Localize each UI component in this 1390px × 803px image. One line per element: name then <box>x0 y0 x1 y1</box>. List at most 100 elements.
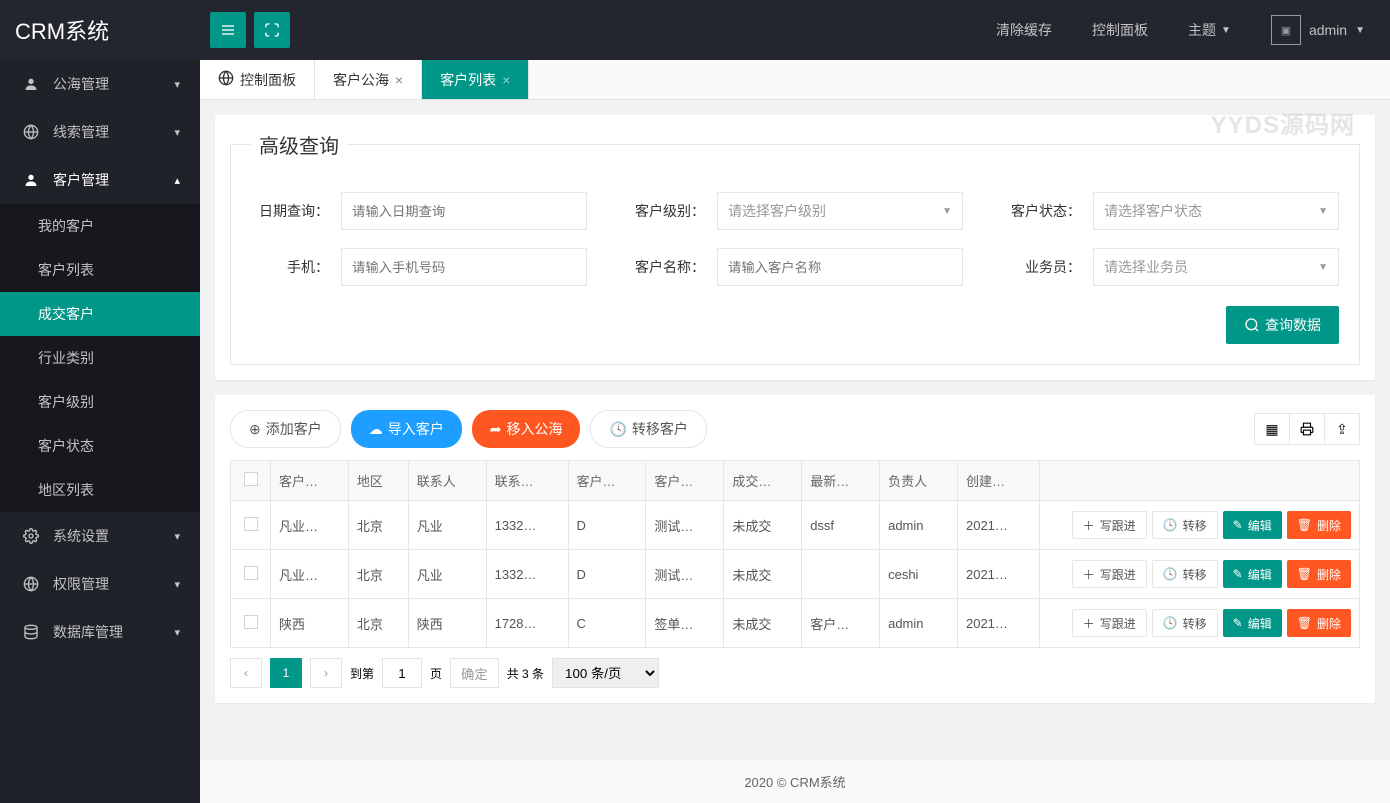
transfer-button[interactable]: 🕓转移 <box>1152 609 1218 637</box>
column-header-1: 地区 <box>348 461 408 501</box>
date-input[interactable] <box>341 192 587 230</box>
sidebar-subitem-2-2[interactable]: 成交客户 <box>0 292 200 336</box>
sidebar-item-1[interactable]: 线索管理▾ <box>0 108 200 156</box>
dashboard-link[interactable]: 控制面板 <box>1092 20 1148 40</box>
pencil-icon: ✎ <box>1233 567 1243 581</box>
pencil-icon: ✎ <box>1233 518 1243 532</box>
next-page-button[interactable]: › <box>310 658 342 688</box>
columns-button[interactable]: ▦ <box>1254 413 1290 445</box>
tab-label: 客户公海 <box>333 70 389 90</box>
tab-label: 控制面板 <box>240 70 296 90</box>
app-logo: CRM系统 <box>0 14 200 46</box>
menu-toggle-button[interactable] <box>210 12 246 48</box>
transfer-button[interactable]: 🕓转移 <box>1152 560 1218 588</box>
user-menu[interactable]: ▣ admin ▼ <box>1271 15 1365 45</box>
sidebar-item-3[interactable]: 系统设置▾ <box>0 512 200 560</box>
row-checkbox[interactable] <box>244 615 258 629</box>
chevron-down-icon: ▾ <box>174 626 180 639</box>
table-row: 凡业…北京凡业1332…D测试…未成交ceshi2021…＋写跟进🕓转移✎编辑🗑… <box>231 550 1360 599</box>
fullscreen-button[interactable] <box>254 12 290 48</box>
column-header-3: 联系… <box>486 461 568 501</box>
close-icon[interactable]: × <box>395 72 403 88</box>
user-icon <box>23 172 41 188</box>
sidebar-item-2[interactable]: 客户管理▴ <box>0 156 200 204</box>
plus-icon: ⊕ <box>249 421 261 438</box>
page-1-button[interactable]: 1 <box>270 658 302 688</box>
caret-down-icon: ▼ <box>942 206 952 217</box>
goto-confirm-button[interactable]: 确定 <box>450 658 499 688</box>
tab-0[interactable]: 控制面板 <box>200 60 315 99</box>
delete-button[interactable]: 🗑删除 <box>1287 560 1351 588</box>
select-all-checkbox[interactable] <box>244 472 258 486</box>
cell: dssf <box>802 501 880 550</box>
export-button[interactable]: ⇪ <box>1324 413 1360 445</box>
trash-icon: 🗑 <box>1297 518 1312 532</box>
cell: 凡业… <box>271 550 349 599</box>
edit-button[interactable]: ✎编辑 <box>1223 609 1282 637</box>
goto-input[interactable] <box>382 658 422 688</box>
status-label: 客户状态： <box>1003 201 1093 221</box>
level-label: 客户级别： <box>627 201 717 221</box>
footer: 2020 © CRM系统 <box>200 759 1390 803</box>
delete-button[interactable]: 🗑删除 <box>1287 511 1351 539</box>
clear-cache-link[interactable]: 清除缓存 <box>996 20 1052 40</box>
name-input[interactable] <box>717 248 963 286</box>
cell: 客户… <box>802 599 880 648</box>
table-row: 凡业…北京凡业1332…D测试…未成交dssfadmin2021…＋写跟进🕓转移… <box>231 501 1360 550</box>
sidebar-item-0[interactable]: 公海管理▾ <box>0 60 200 108</box>
sidebar-subitem-2-6[interactable]: 地区列表 <box>0 468 200 512</box>
follow-button[interactable]: ＋写跟进 <box>1072 560 1147 588</box>
tab-bar: 控制面板客户公海×客户列表× <box>200 60 1390 100</box>
cell: 1728… <box>486 599 568 648</box>
prev-page-button[interactable]: ‹ <box>230 658 262 688</box>
share-icon: ➦ <box>490 421 502 438</box>
salesman-select[interactable]: 请选择业务员▼ <box>1093 248 1339 286</box>
cell: 未成交 <box>724 550 802 599</box>
sidebar-subitem-2-4[interactable]: 客户级别 <box>0 380 200 424</box>
cell: D <box>568 501 646 550</box>
transfer-button[interactable]: 🕓转移 <box>1152 511 1218 539</box>
import-customer-button[interactable]: ☁导入客户 <box>351 410 462 448</box>
add-customer-button[interactable]: ⊕添加客户 <box>230 410 341 448</box>
tab-1[interactable]: 客户公海 × <box>315 60 422 99</box>
theme-dropdown[interactable]: 主题▼ <box>1188 20 1231 40</box>
pagination: ‹ 1 › 到第 页 确定 共 3 条 100 条/页 <box>230 658 1360 688</box>
edit-button[interactable]: ✎编辑 <box>1223 560 1282 588</box>
plus-icon: ＋ <box>1083 615 1095 632</box>
pencil-icon: ✎ <box>1233 616 1243 630</box>
fullscreen-icon <box>264 22 280 38</box>
move-to-sea-button[interactable]: ➦移入公海 <box>472 410 581 448</box>
column-header-7: 最新… <box>802 461 880 501</box>
customer-table: 客户…地区联系人联系…客户…客户…成交…最新…负责人创建… 凡业…北京凡业133… <box>230 460 1360 648</box>
globe2-icon <box>23 576 41 592</box>
broken-image-icon: ▣ <box>1281 24 1291 37</box>
delete-button[interactable]: 🗑删除 <box>1287 609 1351 637</box>
row-checkbox[interactable] <box>244 517 258 531</box>
edit-button[interactable]: ✎编辑 <box>1223 511 1282 539</box>
status-select[interactable]: 请选择客户状态▼ <box>1093 192 1339 230</box>
database-icon <box>23 624 41 640</box>
sidebar-subitem-2-1[interactable]: 客户列表 <box>0 248 200 292</box>
sidebar-subitem-2-3[interactable]: 行业类别 <box>0 336 200 380</box>
sidebar-item-5[interactable]: 数据库管理▾ <box>0 608 200 656</box>
caret-down-icon: ▼ <box>1355 25 1365 36</box>
sidebar-subitem-2-5[interactable]: 客户状态 <box>0 424 200 468</box>
page-suffix-label: 页 <box>430 665 442 682</box>
query-button[interactable]: 查询数据 <box>1226 306 1339 344</box>
follow-button[interactable]: ＋写跟进 <box>1072 511 1147 539</box>
date-label: 日期查询： <box>251 201 341 221</box>
phone-input[interactable] <box>341 248 587 286</box>
transfer-customer-button[interactable]: 🕓转移客户 <box>590 410 706 448</box>
sidebar-item-4[interactable]: 权限管理▾ <box>0 560 200 608</box>
plus-icon: ＋ <box>1083 517 1095 534</box>
follow-button[interactable]: ＋写跟进 <box>1072 609 1147 637</box>
tab-2[interactable]: 客户列表× <box>422 60 529 99</box>
per-page-select[interactable]: 100 条/页 <box>552 658 659 688</box>
cloud-upload-icon: ☁ <box>369 421 383 438</box>
print-button[interactable] <box>1289 413 1325 445</box>
row-checkbox[interactable] <box>244 566 258 580</box>
level-select[interactable]: 请选择客户级别▼ <box>717 192 963 230</box>
phone-label: 手机： <box>251 257 341 277</box>
close-icon[interactable]: × <box>502 72 510 88</box>
sidebar-subitem-2-0[interactable]: 我的客户 <box>0 204 200 248</box>
